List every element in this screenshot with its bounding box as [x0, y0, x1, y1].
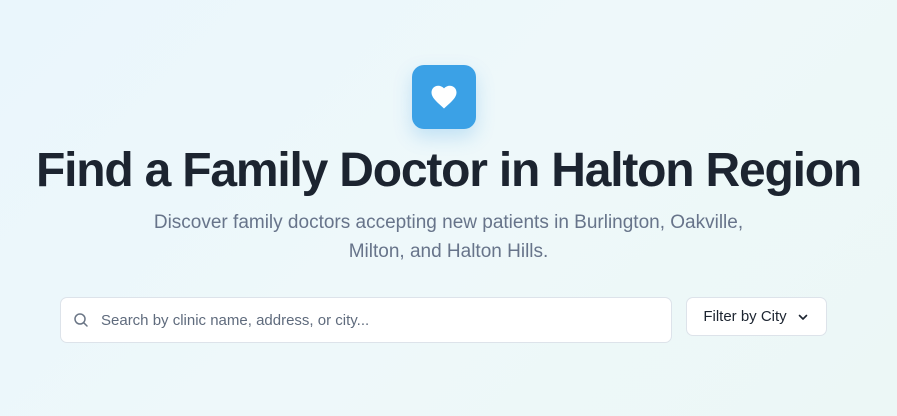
hero-section: Find a Family Doctor in Halton Region Di… [0, 0, 897, 416]
search-box[interactable] [60, 297, 672, 343]
page-subtitle: Discover family doctors accepting new pa… [153, 212, 744, 262]
app-logo [412, 65, 476, 129]
chevron-down-icon [796, 310, 810, 324]
heart-icon [429, 82, 459, 112]
search-input[interactable] [101, 298, 671, 342]
search-icon [73, 312, 89, 328]
page-title: Find a Family Doctor in Halton Region [36, 144, 862, 197]
filter-button-label: Filter by City [703, 308, 787, 325]
filter-by-city-button[interactable]: Filter by City [686, 297, 827, 336]
